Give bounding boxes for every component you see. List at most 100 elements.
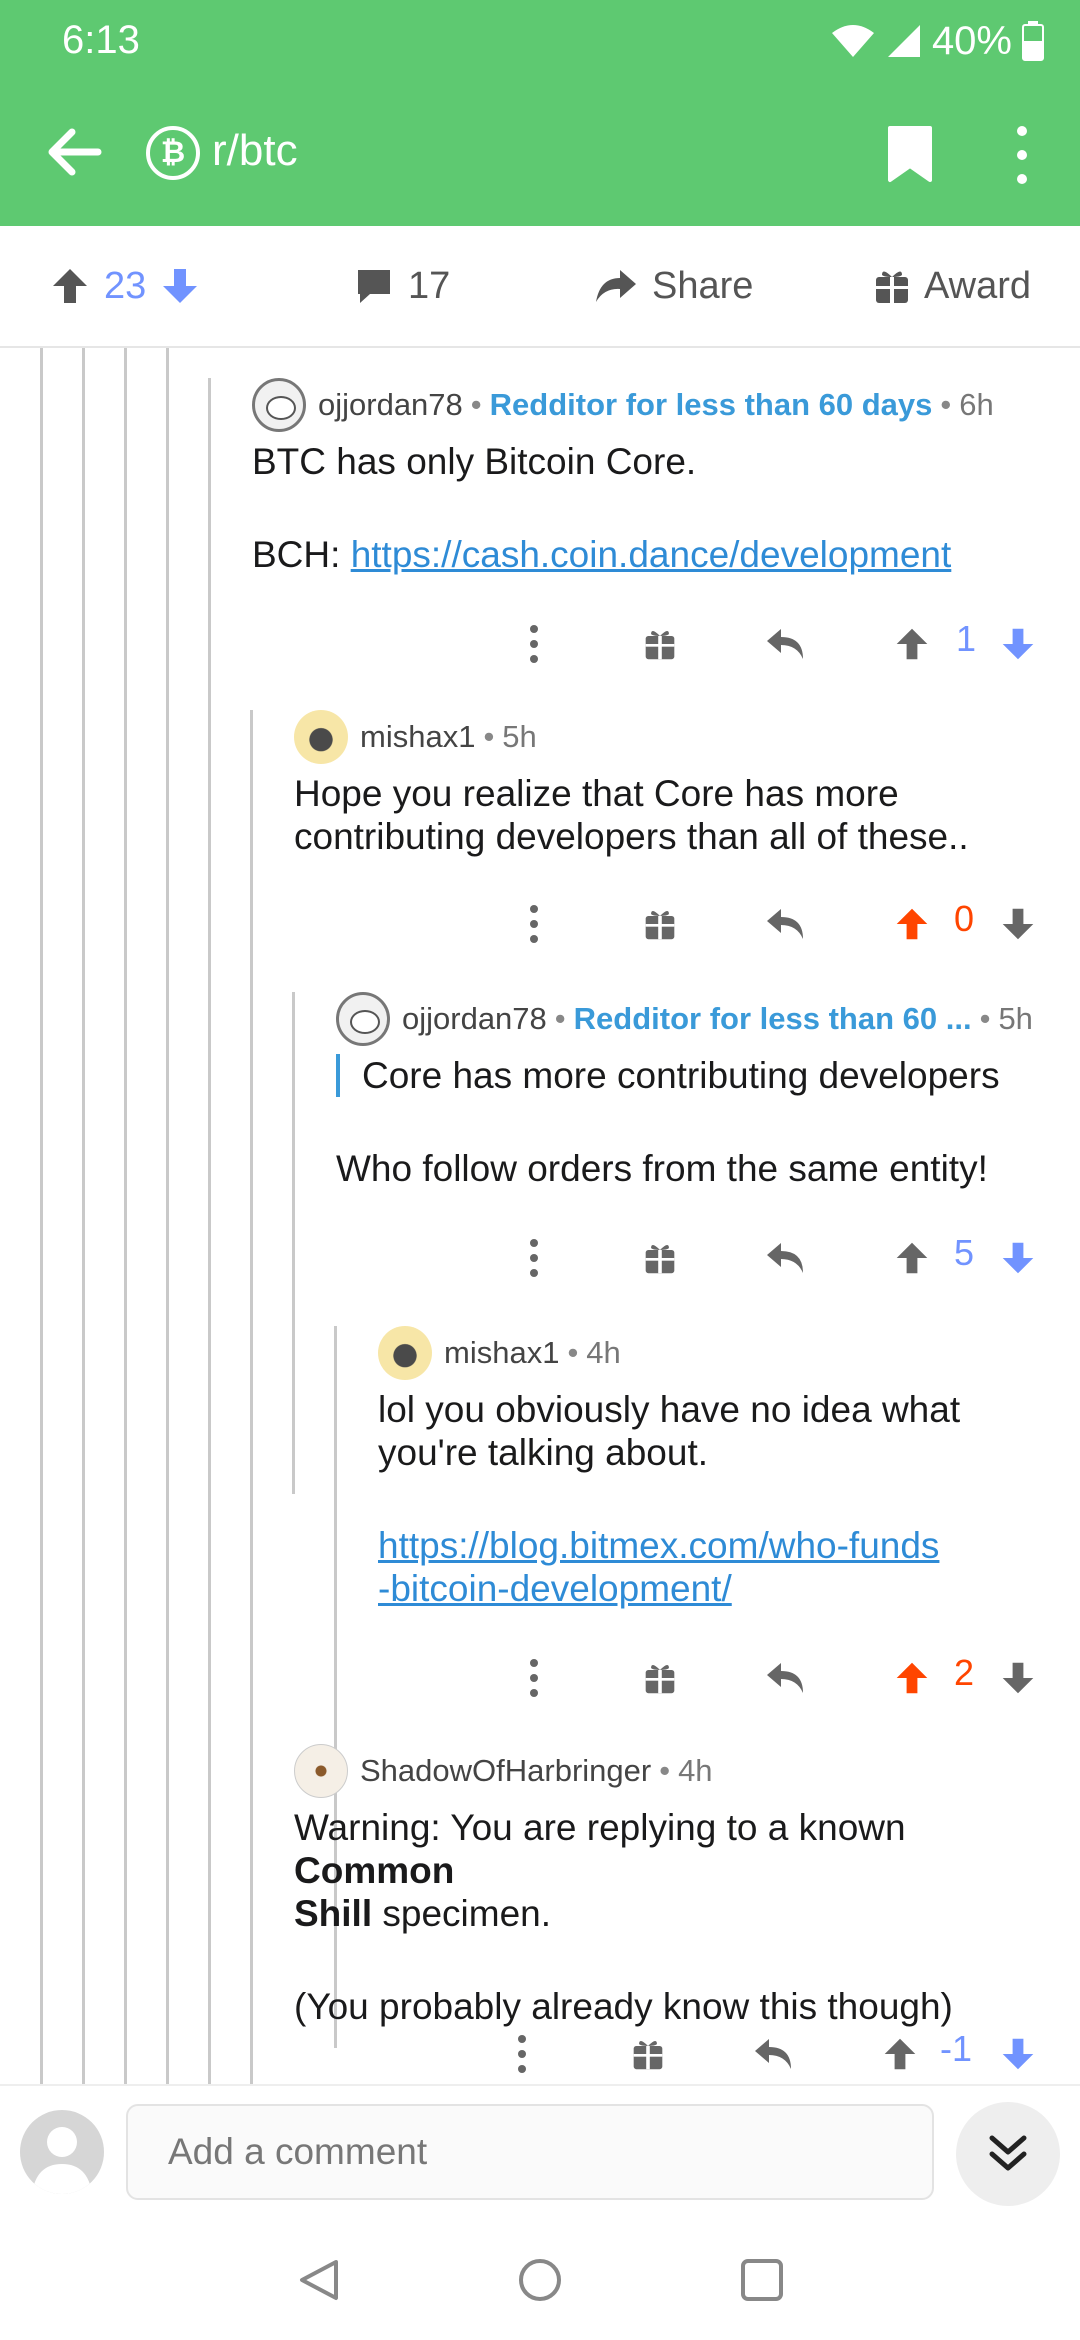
cell-signal-icon [887, 25, 920, 57]
reply-icon[interactable] [764, 1228, 808, 1288]
comment-text: Who follow orders from the same entity! [336, 1148, 988, 1189]
user-avatar-icon[interactable] [20, 2110, 104, 2194]
post-action-bar: 23 17 Share Award [0, 226, 1080, 348]
comment-age: 4h [678, 1753, 713, 1788]
award-gift-icon[interactable] [630, 2024, 666, 2084]
award-label: Award [924, 264, 1032, 307]
comment-text: Shill specimen. [294, 1892, 1074, 1935]
comment-link[interactable]: https://blog.bitmex.com/who-funds [378, 1524, 1058, 1567]
reply-icon[interactable] [764, 614, 808, 674]
reply-icon[interactable] [764, 894, 808, 954]
comment-toolbar: -1 [0, 2024, 1080, 2084]
downvote-arrow-icon[interactable] [160, 266, 200, 306]
separator-dot: • [567, 1335, 579, 1370]
award-gift-icon[interactable] [642, 1648, 678, 1708]
comment-meta: ojjordan78 • Redditor for less than 60 d… [252, 378, 1052, 432]
upvote-arrow-icon[interactable] [894, 1228, 930, 1288]
comment-text: contributing developers than all of thes… [294, 816, 969, 857]
post-score: 23 [104, 264, 147, 307]
upvote-arrow-icon[interactable] [882, 2024, 918, 2084]
comment-composer-bar: Add a comment [0, 2084, 1080, 2212]
comment-score: -1 [940, 2028, 973, 2069]
comment-author[interactable]: ShadowOfHarbringer [360, 1753, 651, 1789]
comment-toolbar: 2 [0, 1648, 1080, 1708]
share-button[interactable]: Share [594, 254, 753, 318]
award-gift-icon[interactable] [642, 894, 678, 954]
comment-text-fragment: specimen. [372, 1893, 552, 1934]
comment-body: Warning: You are replying to a known Com… [294, 1806, 1074, 2028]
comment-text-fragment: Warning: You are replying to a known [294, 1807, 906, 1848]
award-gift-icon[interactable] [642, 1228, 678, 1288]
nav-recents-icon[interactable] [740, 2258, 784, 2302]
reply-icon[interactable] [752, 2024, 796, 2084]
thread-line[interactable] [166, 348, 169, 2084]
comment-toolbar: 1 [0, 614, 1080, 674]
comment-score: 5 [954, 1232, 975, 1273]
comment-score: 2 [954, 1652, 975, 1693]
upvote-arrow-icon[interactable] [894, 1648, 930, 1708]
avatar[interactable] [252, 378, 306, 432]
comment-author[interactable]: mishax1 [444, 1335, 559, 1371]
bold-text: Common [294, 1850, 455, 1891]
thread-line[interactable] [40, 348, 43, 2084]
avatar[interactable] [294, 1744, 348, 1798]
downvote-arrow-icon[interactable] [1000, 1648, 1036, 1708]
comment-more-icon[interactable] [524, 1648, 544, 1708]
comment: ojjordan78 • Redditor for less than 60 d… [252, 378, 1052, 576]
comment-more-icon[interactable] [524, 894, 544, 954]
nav-home-icon[interactable] [518, 2258, 562, 2302]
wifi-icon [831, 25, 874, 57]
user-flair: Redditor for less than 60 days [489, 387, 933, 422]
award-button[interactable]: Award [874, 254, 1031, 318]
comment-meta: mishax1 • 5h [294, 710, 1054, 764]
thread-line[interactable] [124, 348, 127, 2084]
comment-text: lol you obviously have no idea what [378, 1389, 961, 1430]
downvote-arrow-icon[interactable] [1000, 1228, 1036, 1288]
avatar[interactable] [294, 710, 348, 764]
avatar[interactable] [378, 1326, 432, 1380]
back-arrow-icon[interactable] [46, 120, 102, 184]
downvote-arrow-icon[interactable] [1000, 2024, 1036, 2084]
comment-body: Core has more contributing developers Wh… [336, 1054, 1066, 1190]
comment-author[interactable]: ojjordan78 [318, 387, 463, 423]
nav-back-icon[interactable] [298, 2258, 340, 2302]
comment-link[interactable]: https://cash.coin.dance/development [351, 534, 952, 575]
comment-author[interactable]: mishax1 [360, 719, 475, 755]
comment-more-icon[interactable] [524, 614, 544, 674]
more-options-icon[interactable] [1010, 126, 1034, 184]
comment-age: 5h [502, 719, 537, 754]
share-arrow-icon [596, 270, 636, 302]
separator-dot: • [554, 1001, 566, 1036]
comment-text: you're talking about. [378, 1432, 709, 1473]
award-gift-icon[interactable] [642, 614, 678, 674]
bitcoin-icon: ₿ [146, 126, 200, 180]
comments-count-button[interactable]: 17 [354, 254, 450, 318]
app-header: 6:13 40% ₿ r/btc [0, 0, 1080, 226]
upvote-arrow-icon[interactable] [894, 614, 930, 674]
comment: mishax1 • 4h lol you obviously have no i… [378, 1326, 1058, 1610]
add-comment-input[interactable]: Add a comment [126, 2104, 934, 2200]
thread-line[interactable] [82, 348, 85, 2084]
separator-dot: • [470, 387, 482, 422]
avatar[interactable] [336, 992, 390, 1046]
downvote-arrow-icon[interactable] [1000, 614, 1036, 674]
comment: ShadowOfHarbringer • 4h Warning: You are… [294, 1744, 1074, 2028]
bookmark-icon[interactable] [886, 124, 934, 184]
comment-thread: ojjordan78 • Redditor for less than 60 d… [0, 348, 1080, 2084]
quoted-text: Core has more contributing developers [336, 1054, 1066, 1097]
upvote-arrow-icon[interactable] [894, 894, 930, 954]
comment-toolbar: 0 [0, 894, 1080, 954]
comment-more-icon[interactable] [524, 1228, 544, 1288]
comment-link[interactable]: -bitcoin-development/ [378, 1567, 1058, 1610]
downvote-arrow-icon[interactable] [1000, 894, 1036, 954]
bold-text: Shill [294, 1893, 373, 1934]
comment-author[interactable]: ojjordan78 [402, 1001, 547, 1037]
upvote-arrow-icon[interactable] [50, 266, 90, 306]
comment-bubble-icon [358, 270, 390, 303]
collapse-threads-button[interactable] [956, 2102, 1060, 2206]
subreddit-title[interactable]: r/btc [212, 126, 298, 176]
separator-dot: • [979, 1001, 991, 1036]
battery-percent: 40% [931, 18, 1012, 63]
reply-icon[interactable] [764, 1648, 808, 1708]
comment-more-icon[interactable] [512, 2024, 532, 2084]
